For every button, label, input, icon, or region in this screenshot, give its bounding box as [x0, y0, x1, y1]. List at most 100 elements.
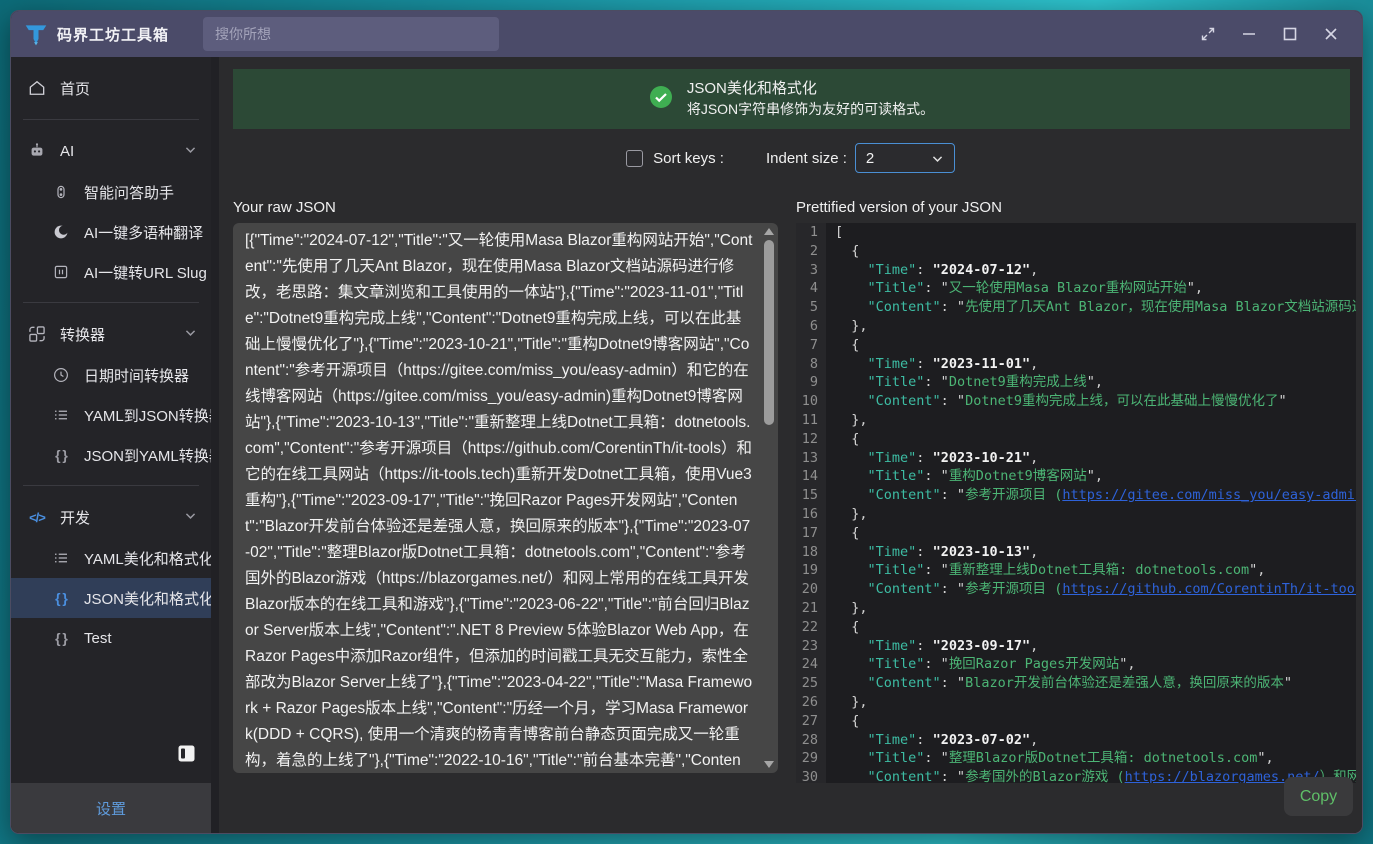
code-line: 27 {	[796, 712, 1356, 731]
sidebar-item-ai-url-slug[interactable]: AI一键转URL Slug	[11, 252, 211, 292]
sidebar-item-label: 日期时间转换器	[84, 365, 189, 386]
code-line: 13 "Time": "2023-10-21",	[796, 449, 1356, 468]
indent-size-label: Indent size :	[766, 150, 847, 167]
code-line: 11 },	[796, 411, 1356, 430]
app-title: 码界工坊工具箱	[57, 24, 169, 45]
sidebar-divider	[23, 485, 199, 486]
code-line: 29 "Title": "整理Blazor版Dotnet工具箱: dotneto…	[796, 749, 1356, 768]
pretty-code: 1[2 {3 "Time": "2024-07-12",4 "Title": "…	[796, 223, 1356, 783]
sidebar-collapse-button[interactable]	[178, 745, 195, 767]
chevron-down-icon	[184, 326, 197, 343]
close-button[interactable]	[1316, 19, 1346, 49]
indent-size-select[interactable]: 2	[855, 143, 955, 173]
sidebar-toggle-icon	[178, 749, 195, 766]
window-controls	[1193, 19, 1362, 49]
tool-banner: JSON美化和格式化 将JSON字符串修饰为友好的可读格式。	[233, 69, 1350, 129]
braces-icon: { }	[51, 628, 71, 648]
code-line: 1[	[796, 223, 1356, 242]
sidebar-group-dev[interactable]: </> 开发	[11, 496, 211, 538]
code-line: 12 {	[796, 430, 1356, 449]
braces-icon: { }	[51, 588, 71, 608]
sidebar-item-ai-translate[interactable]: AI一键多语种翻译	[11, 212, 211, 252]
check-circle-icon	[649, 85, 673, 114]
maximize-button[interactable]	[1275, 19, 1305, 49]
sidebar-item-label: AI一键多语种翻译	[84, 222, 203, 243]
app-window: 码界工坊工具箱	[10, 10, 1363, 834]
sidebar-item-label: YAML到JSON转换器	[84, 405, 211, 426]
sidebar-item-datetime-converter[interactable]: 日期时间转换器	[11, 355, 211, 395]
sidebar-item-yaml-prettify[interactable]: YAML美化和格式化	[11, 538, 211, 578]
tool-title: JSON美化和格式化	[687, 79, 934, 99]
code-line: 17 {	[796, 524, 1356, 543]
code-line: 19 "Title": "重新整理上线Dotnet工具箱: dotnetools…	[796, 561, 1356, 580]
code-line: 21 },	[796, 599, 1356, 618]
code-line: 24 "Title": "挽回Razor Pages开发网站",	[796, 655, 1356, 674]
app-logo-icon	[23, 21, 49, 47]
sidebar-item-qa-assistant[interactable]: 智能问答助手	[11, 172, 211, 212]
pretty-json-header: Prettified version of your JSON	[796, 199, 1356, 223]
sidebar-group-ai[interactable]: AI	[11, 130, 211, 172]
chevron-down-icon	[184, 509, 197, 526]
list-icon	[51, 548, 71, 568]
code-line: 18 "Time": "2023-10-13",	[796, 543, 1356, 562]
code-line: 10 "Content": "Dotnet9重构完成上线，可以在此基础上慢慢优化…	[796, 392, 1356, 411]
code-line: 30 "Content": "参考国外的Blazor游戏 (https://bl…	[796, 768, 1356, 783]
code-line: 6 },	[796, 317, 1356, 336]
sidebar-item-label: 首页	[60, 78, 90, 99]
search-input[interactable]	[203, 17, 499, 51]
braces-icon: { }	[51, 445, 71, 465]
editor-panels: Your raw JSON [{"Time":"2024-07-12","Tit…	[233, 199, 1356, 783]
code-icon: </>	[27, 507, 47, 527]
sidebar-group-converter[interactable]: 转换器	[11, 313, 211, 355]
sidebar-divider	[23, 119, 199, 120]
scroll-up-arrow-icon[interactable]	[764, 228, 774, 235]
sidebar-item-json-to-yaml[interactable]: { } JSON到YAML转换器	[11, 435, 211, 475]
chevron-down-icon	[184, 143, 197, 160]
desktop-background: 码界工坊工具箱	[0, 0, 1373, 844]
sidebar-item-yaml-to-json[interactable]: YAML到JSON转换器	[11, 395, 211, 435]
scroll-down-arrow-icon[interactable]	[764, 761, 774, 768]
code-line: 2 {	[796, 242, 1356, 261]
code-line: 9 "Title": "Dotnet9重构完成上线",	[796, 373, 1356, 392]
code-line: 25 "Content": "Blazor开发前台体验还是差强人意，换回原来的版…	[796, 674, 1356, 693]
sort-keys-checkbox[interactable]	[626, 150, 643, 167]
raw-json-text: [{"Time":"2024-07-12","Title":"又一轮使用Masa…	[233, 223, 778, 773]
raw-json-input[interactable]: [{"Time":"2024-07-12","Title":"又一轮使用Masa…	[233, 223, 778, 773]
crescent-globe-icon	[51, 222, 71, 242]
sidebar-item-home[interactable]: 首页	[11, 67, 211, 109]
titlebar: 码界工坊工具箱	[11, 11, 1362, 57]
code-line: 7 {	[796, 336, 1356, 355]
code-line: 22 {	[796, 618, 1356, 637]
pause-square-icon	[51, 262, 71, 282]
settings-button[interactable]: 设置	[11, 783, 211, 833]
minimize-button[interactable]	[1234, 19, 1264, 49]
tool-subtitle: 将JSON字符串修饰为友好的可读格式。	[687, 99, 934, 119]
copy-button[interactable]: Copy	[1284, 777, 1353, 816]
sidebar-group-label: AI	[60, 143, 74, 160]
sidebar-item-test[interactable]: { } Test	[11, 618, 211, 658]
sidebar-item-label: YAML美化和格式化	[84, 548, 211, 569]
code-line: 4 "Title": "又一轮使用Masa Blazor重构网站开始",	[796, 279, 1356, 298]
assistant-icon	[51, 182, 71, 202]
raw-json-scrollbar[interactable]	[763, 225, 775, 771]
scrollbar-thumb[interactable]	[764, 240, 774, 425]
code-line: 5 "Content": "先使用了几天Ant Blazor，现在使用Masa …	[796, 298, 1356, 317]
sidebar-group-label: 转换器	[60, 324, 105, 345]
pretty-json-output[interactable]: 1[2 {3 "Time": "2024-07-12",4 "Title": "…	[796, 223, 1356, 783]
sidebar-divider	[23, 302, 199, 303]
main-content: JSON美化和格式化 将JSON字符串修饰为友好的可读格式。 Sort keys…	[219, 57, 1362, 833]
sidebar-item-label: AI一键转URL Slug	[84, 262, 207, 283]
code-line: 28 "Time": "2023-07-02",	[796, 731, 1356, 750]
sidebar-item-json-prettify[interactable]: { } JSON美化和格式化	[11, 578, 211, 618]
robot-icon	[27, 141, 47, 161]
fullscreen-button[interactable]	[1193, 19, 1223, 49]
clock-icon	[51, 365, 71, 385]
options-row: Sort keys : Indent size : 2	[219, 142, 1362, 174]
sidebar-item-label: Test	[84, 630, 112, 647]
sidebar-item-label: JSON美化和格式化	[84, 588, 211, 609]
code-line: 3 "Time": "2024-07-12",	[796, 261, 1356, 280]
sidebar-item-label: JSON到YAML转换器	[84, 445, 211, 466]
settings-label: 设置	[96, 798, 126, 819]
code-line: 16 },	[796, 505, 1356, 524]
sidebar-item-label: 智能问答助手	[84, 182, 174, 203]
